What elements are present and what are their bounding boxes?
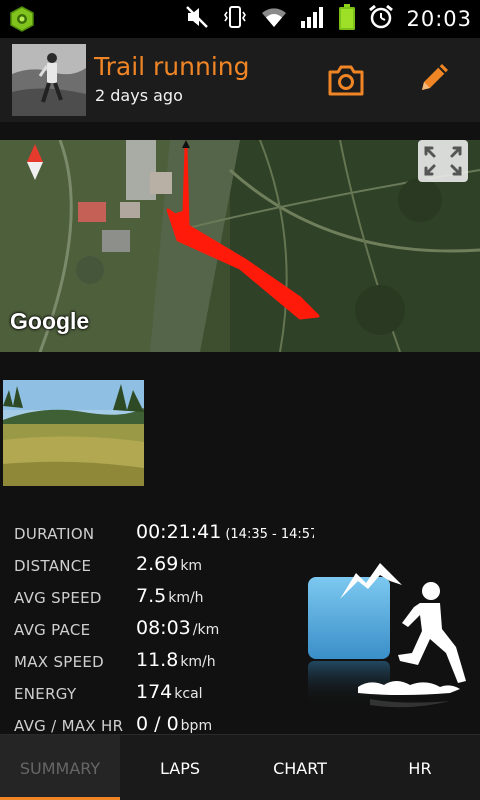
tab-summary[interactable]: SUMMARY — [0, 735, 120, 800]
activity-avatar[interactable] — [12, 44, 86, 116]
trail-running-sport-icon — [300, 555, 472, 725]
tab-bar: SUMMARY LAPS CHART HR — [0, 734, 480, 800]
mute-icon — [184, 4, 210, 34]
stat-distance: DISTANCE 2.69 km — [14, 553, 314, 585]
stat-label: AVG SPEED — [14, 589, 102, 607]
stat-energy: ENERGY 174 kcal — [14, 681, 314, 713]
edit-button[interactable] — [414, 58, 454, 98]
clock: 20:03 — [406, 7, 472, 31]
stat-time-range: (14:35 - 14:57) — [225, 527, 314, 542]
tab-label: HR — [408, 759, 432, 778]
stat-value: 00:21:41 (14:35 - 14:57) — [136, 521, 314, 543]
battery-icon — [338, 3, 356, 35]
stat-value: 11.8 km/h — [136, 649, 216, 671]
tab-chart[interactable]: CHART — [240, 735, 360, 800]
stat-value: 174 kcal — [136, 681, 203, 703]
alarm-icon — [368, 4, 394, 34]
activity-header: Trail running 2 days ago — [0, 38, 480, 122]
stat-value: 0 / 0 bpm — [136, 713, 213, 733]
tab-label: CHART — [273, 759, 327, 778]
stat-unit: /km — [192, 622, 220, 638]
camera-icon — [328, 65, 364, 96]
map-attribution: Google — [10, 308, 90, 334]
expand-icon — [424, 146, 462, 176]
stat-hr: AVG / MAX HR 0 / 0 bpm — [14, 713, 314, 733]
activity-photo[interactable] — [3, 380, 144, 486]
camera-button[interactable] — [326, 62, 366, 98]
stat-label: AVG PACE — [14, 621, 91, 639]
tab-label: SUMMARY — [19, 759, 101, 778]
stat-label: DISTANCE — [14, 557, 92, 575]
stat-unit: bpm — [180, 718, 213, 733]
stat-label: ENERGY — [14, 685, 77, 703]
compass-icon[interactable] — [26, 144, 44, 184]
activity-date: 2 days ago — [95, 86, 183, 105]
tab-laps[interactable]: LAPS — [120, 735, 240, 800]
stat-value: 2.69 km — [136, 553, 203, 575]
vibrate-icon — [222, 4, 248, 34]
stat-unit: km/h — [180, 654, 216, 670]
stat-label: DURATION — [14, 525, 95, 543]
fullscreen-button[interactable] — [418, 140, 468, 182]
activity-title: Trail running — [94, 52, 250, 81]
status-bar: 20:03 — [0, 0, 480, 38]
stat-label: AVG / MAX HR — [14, 717, 124, 733]
tab-hr[interactable]: HR — [360, 735, 480, 800]
stat-value: 08:03/km — [136, 617, 220, 639]
wifi-icon — [260, 5, 288, 33]
stat-unit: kcal — [174, 686, 203, 702]
app-badge-icon — [10, 6, 34, 36]
pencil-icon — [422, 64, 448, 90]
summary-stats: DURATION 00:21:41 (14:35 - 14:57) DISTANC… — [14, 521, 314, 733]
stat-avg-pace: AVG PACE 08:03/km — [14, 617, 314, 649]
stat-avg-speed: AVG SPEED 7.5 km/h — [14, 585, 314, 617]
signal-icon — [300, 5, 326, 33]
stat-label: MAX SPEED — [14, 653, 105, 671]
stat-max-speed: MAX SPEED 11.8 km/h — [14, 649, 314, 681]
route-map[interactable]: Google — [0, 140, 480, 352]
stat-value: 7.5 km/h — [136, 585, 204, 607]
tab-label: LAPS — [159, 759, 201, 778]
stat-duration: DURATION 00:21:41 (14:35 - 14:57) — [14, 521, 314, 553]
stat-unit: km/h — [168, 590, 204, 606]
stat-unit: km — [180, 558, 203, 574]
